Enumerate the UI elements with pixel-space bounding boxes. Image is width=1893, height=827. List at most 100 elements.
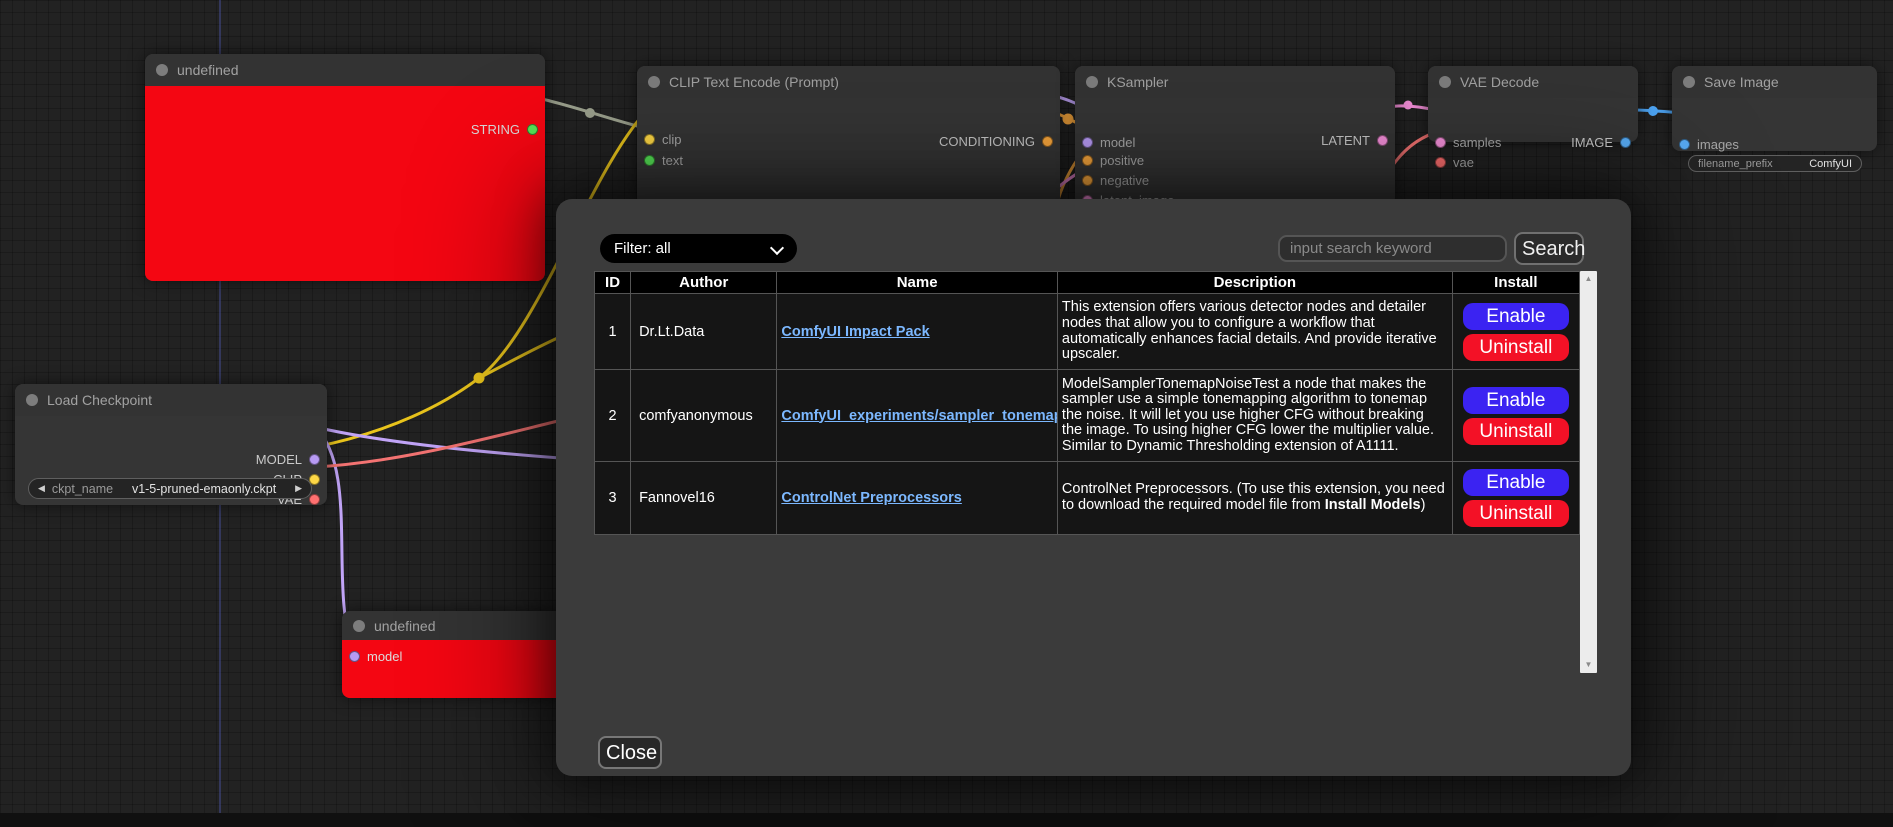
node-title-bar[interactable]: Load Checkpoint [15,384,327,416]
input-slot-images[interactable]: images [1679,136,1739,152]
cell-author: Fannovel16 [631,462,777,535]
node-title: Save Image [1704,74,1779,90]
node-title-bar[interactable]: CLIP Text Encode (Prompt) [637,66,1060,98]
extension-link[interactable]: ComfyUI Impact Pack [781,324,929,340]
input-dot-samples[interactable] [1435,137,1446,148]
output-dot-model[interactable] [309,454,320,465]
output-dot-vae[interactable] [309,494,320,505]
node-title: Load Checkpoint [47,392,152,408]
node-title-bar[interactable]: Save Image [1672,66,1877,98]
input-dot-images[interactable] [1679,139,1690,150]
reroute-dot-latent[interactable] [1404,101,1413,110]
search-button[interactable]: Search [1514,232,1584,265]
enable-button[interactable]: Enable [1463,469,1569,496]
node-vae-decode[interactable]: VAE Decode samples vae IMAGE [1428,66,1638,142]
input-slot-clip[interactable]: clip [644,131,682,147]
scroll-up-icon[interactable]: ▲ [1580,274,1597,284]
filename-prefix-widget[interactable]: filename_prefix ComfyUI [1688,155,1862,172]
reroute-dot-string[interactable] [585,108,595,118]
output-slot-latent[interactable]: LATENT [1321,132,1388,148]
uninstall-button[interactable]: Uninstall [1463,418,1569,445]
node-title-bar[interactable]: KSampler [1075,66,1395,98]
reroute-dot-cond[interactable] [1063,114,1074,125]
wire-model-right [315,427,560,458]
wire-clip-branch [479,336,562,378]
wire-vae-right [315,420,562,467]
reroute-dot-clip[interactable] [474,373,485,384]
node-ksampler[interactable]: KSampler model positive negative latent_… [1075,66,1395,206]
input-slot-vae[interactable]: vae [1435,154,1474,170]
node-body: images filename_prefix ComfyUI [1672,98,1877,151]
filter-select[interactable]: Filter: all [600,234,797,263]
wire-string-to-text [533,97,649,129]
node-undefined-top[interactable]: undefined STRING [145,54,545,281]
collapse-dot-icon[interactable] [1086,76,1098,88]
node-title-bar[interactable]: VAE Decode [1428,66,1638,98]
close-button[interactable]: Close [598,736,662,769]
collapse-dot-icon[interactable] [1683,76,1695,88]
collapse-dot-icon[interactable] [1439,76,1451,88]
widget-value[interactable]: ComfyUI [1809,158,1852,170]
output-slot-image[interactable]: IMAGE [1571,134,1631,150]
uninstall-button[interactable]: Uninstall [1463,334,1569,361]
output-label: STRING [471,122,520,137]
prev-arrow-icon[interactable]: ◀ [38,484,45,493]
node-undefined-bottom[interactable]: undefined model [342,611,567,698]
collapse-dot-icon[interactable] [648,76,660,88]
node-clip-text-encode[interactable]: CLIP Text Encode (Prompt) clip text COND… [637,66,1060,206]
input-dot-clip[interactable] [644,134,655,145]
output-dot-conditioning[interactable] [1042,136,1053,147]
enable-button[interactable]: Enable [1463,387,1569,414]
node-save-image[interactable]: Save Image images filename_prefix ComfyU… [1672,66,1877,151]
input-slot-text[interactable]: text [644,152,683,168]
search-input[interactable] [1278,235,1507,262]
reroute-dot-image[interactable] [1648,106,1658,116]
node-title: KSampler [1107,74,1168,90]
scroll-down-icon[interactable]: ▼ [1580,660,1597,670]
node-title-bar[interactable]: undefined [342,611,567,640]
extension-link[interactable]: ComfyUI_experiments/sampler_tonemap [781,408,1057,424]
cell-author: Dr.Lt.Data [631,294,777,370]
output-slot-model[interactable]: MODEL [256,451,320,467]
input-dot-text[interactable] [644,155,655,166]
collapse-dot-icon[interactable] [26,394,38,406]
uninstall-button[interactable]: Uninstall [1463,500,1569,527]
node-body: clip text CONDITIONING [637,98,1060,206]
node-title: VAE Decode [1460,74,1539,90]
next-arrow-icon[interactable]: ▶ [295,484,302,493]
collapse-dot-icon[interactable] [353,620,365,632]
output-slot-string[interactable]: STRING [471,121,538,137]
output-dot-string[interactable] [527,124,538,135]
node-body: STRING [145,86,545,281]
output-slot-conditioning[interactable]: CONDITIONING [939,133,1053,149]
widget-label: ckpt_name [52,482,113,496]
widget-value[interactable]: v1-5-pruned-emaonly.ckpt [132,482,276,496]
input-slot-samples[interactable]: samples [1435,134,1501,150]
output-dot-image[interactable] [1620,137,1631,148]
input-slot-model[interactable]: model [349,648,402,664]
input-dot-vae[interactable] [1435,157,1446,168]
extension-link[interactable]: ControlNet Preprocessors [781,490,962,506]
ckpt-name-widget[interactable]: ◀ ckpt_name v1-5-pruned-emaonly.ckpt ▶ [28,478,312,499]
input-dot-model[interactable] [349,651,360,662]
node-title: undefined [177,62,239,78]
input-slot-negative[interactable]: negative [1082,172,1149,188]
node-title-bar[interactable]: undefined [145,54,545,86]
header-description: Description [1057,272,1452,294]
custom-nodes-manager-dialog: Filter: all Search ID Author Name Descri… [556,199,1631,776]
collapse-dot-icon[interactable] [156,64,168,76]
input-slot-model[interactable]: model [1082,134,1135,150]
node-title: CLIP Text Encode (Prompt) [669,74,839,90]
node-graph-canvas[interactable]: undefined STRING CLIP Text Encode (Promp… [0,0,1893,827]
output-dot-latent[interactable] [1377,135,1388,146]
input-dot-negative[interactable] [1082,175,1093,186]
input-dot-positive[interactable] [1082,155,1093,166]
header-id: ID [595,272,631,294]
extensions-table: ID Author Name Description Install 1 Dr.… [594,271,1580,535]
table-scrollbar[interactable]: ▲ ▼ [1580,271,1597,673]
cell-id: 2 [595,370,631,462]
node-load-checkpoint[interactable]: Load Checkpoint MODEL CLIP VAE ◀ ckpt_na… [15,384,327,505]
enable-button[interactable]: Enable [1463,303,1569,330]
input-slot-positive[interactable]: positive [1082,152,1144,168]
input-dot-model[interactable] [1082,137,1093,148]
